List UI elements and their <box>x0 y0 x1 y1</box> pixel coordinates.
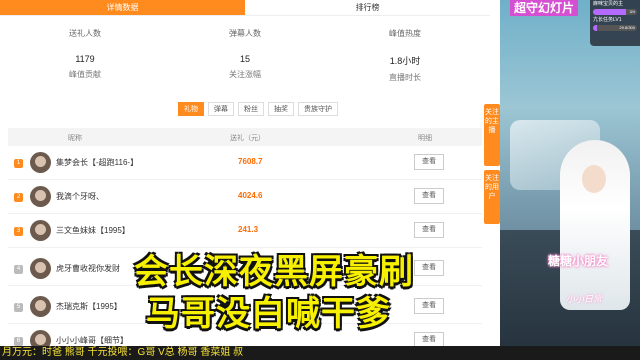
stat-label: 峰值热度 <box>389 29 421 38</box>
stat-sublabel: 峰值贡献 <box>69 70 101 79</box>
task-overlay: 麻咪宝贝的主 3/4 亢长任务LV1 29.8/300 <box>590 0 640 46</box>
header-name: 昵称 <box>68 135 82 142</box>
stat-label: 弹幕人数 <box>229 29 261 38</box>
tab-details[interactable]: 详情数据 <box>0 0 245 15</box>
gift-amount: 4024.6 <box>238 191 263 200</box>
overlay-progress: 3/4 <box>593 9 637 15</box>
overlay-count: 3/4 <box>629 9 635 14</box>
bottom-ticker: 月万元：时爸 熊哥 千元投喂：G哥 V总 杨哥 香菜姐 叔 <box>0 346 640 360</box>
table-row: 2 我滴个牙呀、 4024.6 查看 <box>8 180 482 214</box>
subtab-noble-guard[interactable]: 贵族守护 <box>298 102 338 116</box>
category-tabs: 礼物 弹幕 粉丝 抽奖 贵族守护 <box>178 102 338 116</box>
subtab-lottery[interactable]: 抽奖 <box>268 102 294 116</box>
live-video <box>500 0 640 360</box>
user-name: 小小小峰哥【细节】 <box>56 336 128 345</box>
rank-badge: 2 <box>14 193 23 202</box>
view-button[interactable]: 查看 <box>414 222 444 238</box>
user-name: 集梦会长【-超跑116-】 <box>56 158 139 167</box>
overlay-count: 29.8/300 <box>619 25 635 30</box>
avatar <box>30 186 51 207</box>
table-row: 3 三文鱼妹妹【1995】 241.3 查看 <box>8 214 482 248</box>
panel-tabs: 详情数据 排行榜 <box>0 0 490 16</box>
header-amount: 送礼（元） <box>230 135 265 142</box>
user-name: 杰瑞克斯【1995】 <box>56 302 122 311</box>
avatar <box>30 220 51 241</box>
overlay-progress-fill <box>593 25 598 31</box>
rank-badge: 1 <box>14 159 23 168</box>
overlay-line: 亢长任务LV1 <box>593 17 622 23</box>
avatar <box>30 152 51 173</box>
avatar <box>30 258 51 279</box>
caption-line-2: 马哥没白喊干爹 <box>146 295 391 333</box>
subtab-gifts[interactable]: 礼物 <box>178 102 204 116</box>
overlay-progress-fill <box>593 9 626 15</box>
view-button[interactable]: 查看 <box>414 260 444 276</box>
view-button[interactable]: 查看 <box>414 298 444 314</box>
avatar <box>30 296 51 317</box>
stat-peak: 峰值热度 1.8小时 直播时长 <box>340 28 470 83</box>
streamer-face <box>582 165 606 193</box>
user-name: 我滴个牙呀、 <box>56 192 104 201</box>
stat-value: 1.8小时 <box>389 56 421 66</box>
rank-badge: 5 <box>14 303 23 312</box>
view-button[interactable]: 查看 <box>414 188 444 204</box>
stat-sublabel: 关注涨幅 <box>229 70 261 79</box>
table-header: 昵称 送礼（元） 明细 <box>8 128 482 146</box>
user-name: 三文鱼妹妹【1995】 <box>56 226 130 235</box>
followed-streamers-tab[interactable]: 关注的主播 <box>484 104 500 166</box>
stat-gifters: 送礼人数 1179 峰值贡献 <box>20 28 150 80</box>
stat-value: 15 <box>239 54 250 64</box>
overlay-progress: 29.8/300 <box>593 25 637 31</box>
followed-users-tab[interactable]: 关注的用户 <box>484 170 500 224</box>
header-detail: 明细 <box>418 135 432 142</box>
stat-value: 1179 <box>75 54 95 64</box>
view-button[interactable]: 查看 <box>414 154 444 170</box>
streamer-sign-script: 小小日常 <box>566 294 603 304</box>
stat-label: 送礼人数 <box>69 29 101 38</box>
tab-ranking[interactable]: 排行榜 <box>245 0 490 15</box>
table-row: 1 集梦会长【-超跑116-】 7608.7 查看 <box>8 146 482 180</box>
video-title: 超守幻灯片 <box>510 0 579 16</box>
stat-danmaku: 弹幕人数 15 关注涨幅 <box>180 28 310 80</box>
rank-badge: 3 <box>14 227 23 236</box>
subtab-danmaku[interactable]: 弹幕 <box>208 102 234 116</box>
rank-badge: 6 <box>14 337 23 346</box>
subtab-fans[interactable]: 粉丝 <box>238 102 264 116</box>
gift-amount: 7608.7 <box>238 157 263 166</box>
user-name: 虎牙曹收视你发财 <box>56 264 120 273</box>
streamer-sign: 糖糖小朋友 <box>548 254 609 268</box>
stat-sublabel: 直播时长 <box>389 73 421 82</box>
overlay-line: 麻咪宝贝的主 <box>593 1 624 7</box>
rank-badge: 4 <box>14 265 23 274</box>
gift-amount: 241.3 <box>238 225 259 234</box>
